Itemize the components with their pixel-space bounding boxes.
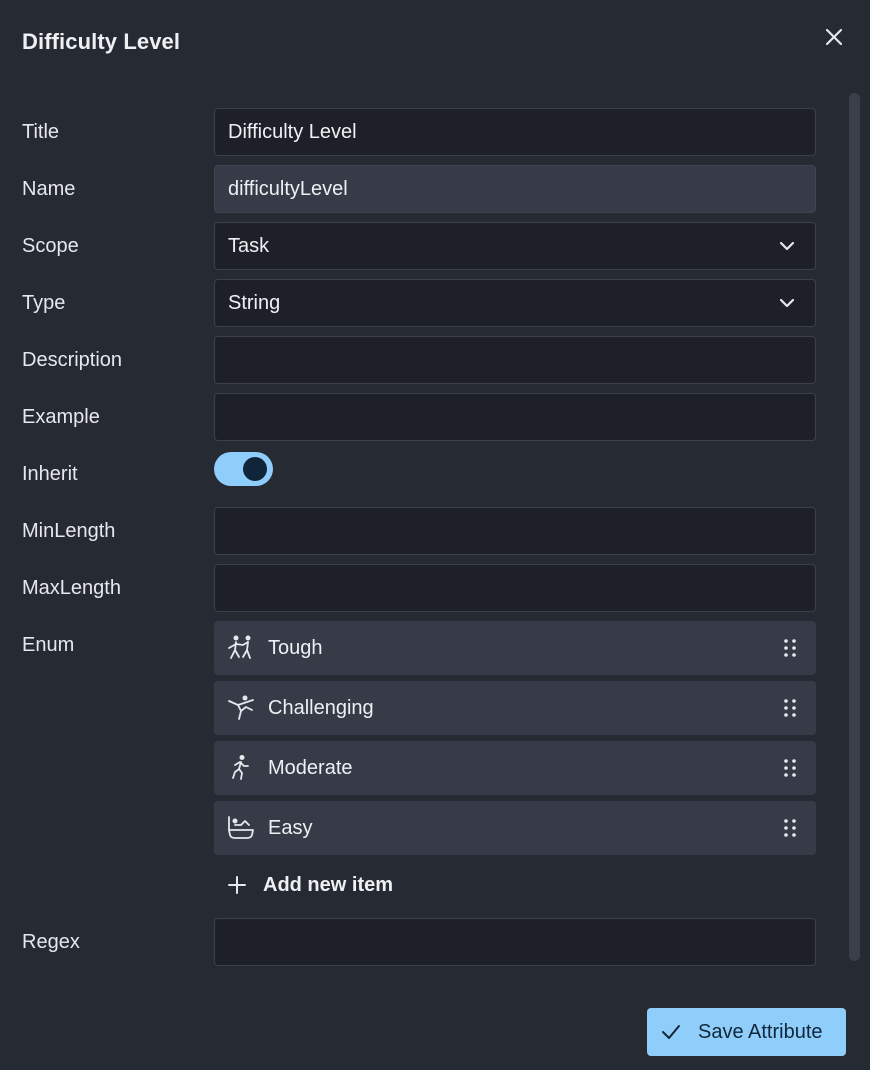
enum-item-label: Easy	[268, 816, 313, 839]
wrestling-icon	[226, 633, 256, 663]
scope-select[interactable]: Task	[214, 222, 816, 270]
enum-label: Enum	[22, 634, 75, 656]
inherit-row: Inherit	[0, 450, 840, 498]
maxlength-label: MaxLength	[22, 577, 121, 599]
title-row: Title Difficulty Level	[0, 108, 840, 156]
description-input[interactable]	[214, 336, 816, 384]
inherit-toggle[interactable]	[214, 452, 273, 486]
drag-handle-icon[interactable]	[782, 818, 798, 838]
drag-handle-icon[interactable]	[782, 758, 798, 778]
martial-arts-kick-icon	[226, 693, 256, 723]
bathtub-icon	[226, 813, 256, 843]
save-attribute-label: Save Attribute	[698, 1020, 823, 1043]
enum-item-moderate[interactable]: Moderate	[214, 741, 816, 795]
name-row: Name difficultyLevel	[0, 165, 840, 213]
name-label: Name	[22, 178, 76, 200]
name-value: difficultyLevel	[228, 177, 348, 200]
type-value: String	[228, 291, 281, 314]
chevron-down-icon	[779, 298, 795, 308]
maxlength-row: MaxLength	[0, 564, 840, 612]
attribute-dialog: Difficulty Level Title Difficulty Level …	[0, 0, 870, 1070]
minlength-input[interactable]	[214, 507, 816, 555]
type-row: Type String	[0, 279, 840, 327]
enum-item-label: Tough	[268, 636, 323, 659]
description-label: Description	[22, 349, 123, 371]
chevron-down-icon	[779, 241, 795, 251]
drag-handle-icon[interactable]	[782, 698, 798, 718]
add-new-item-button[interactable]: Add new item	[226, 866, 393, 904]
close-button[interactable]	[821, 24, 847, 50]
close-icon[interactable]	[825, 28, 843, 46]
scrollbar[interactable]	[849, 93, 860, 961]
enum-item-label: Challenging	[268, 696, 374, 719]
type-select[interactable]: String	[214, 279, 816, 327]
minlength-label: MinLength	[22, 520, 116, 542]
enum-item-tough[interactable]: Tough	[214, 621, 816, 675]
drag-handle-icon[interactable]	[782, 638, 798, 658]
example-row: Example	[0, 393, 840, 441]
add-new-item-label: Add new item	[263, 873, 394, 896]
toggle-knob	[243, 457, 267, 481]
check-icon	[662, 1025, 680, 1039]
title-label: Title	[22, 121, 60, 143]
regex-input[interactable]	[214, 918, 816, 966]
example-input[interactable]	[214, 393, 816, 441]
regex-label: Regex	[22, 931, 80, 953]
enum-item-easy[interactable]: Easy	[214, 801, 816, 855]
maxlength-input[interactable]	[214, 564, 816, 612]
example-label: Example	[22, 406, 100, 428]
dialog-title: Difficulty Level	[22, 29, 181, 54]
running-icon	[226, 753, 256, 783]
type-label: Type	[22, 292, 66, 314]
title-input[interactable]: Difficulty Level	[214, 108, 816, 156]
enum-item-challenging[interactable]: Challenging	[214, 681, 816, 735]
name-input[interactable]: difficultyLevel	[214, 165, 816, 213]
plus-icon	[228, 876, 246, 894]
scope-label: Scope	[22, 235, 79, 257]
description-row: Description	[0, 336, 840, 384]
inherit-label: Inherit	[22, 463, 78, 485]
scope-row: Scope Task	[0, 222, 840, 270]
minlength-row: MinLength	[0, 507, 840, 555]
regex-row: Regex	[0, 918, 840, 966]
save-attribute-button[interactable]: Save Attribute	[647, 1008, 846, 1056]
title-value: Difficulty Level	[228, 120, 357, 143]
enum-item-label: Moderate	[268, 756, 353, 779]
scope-value: Task	[228, 234, 270, 257]
